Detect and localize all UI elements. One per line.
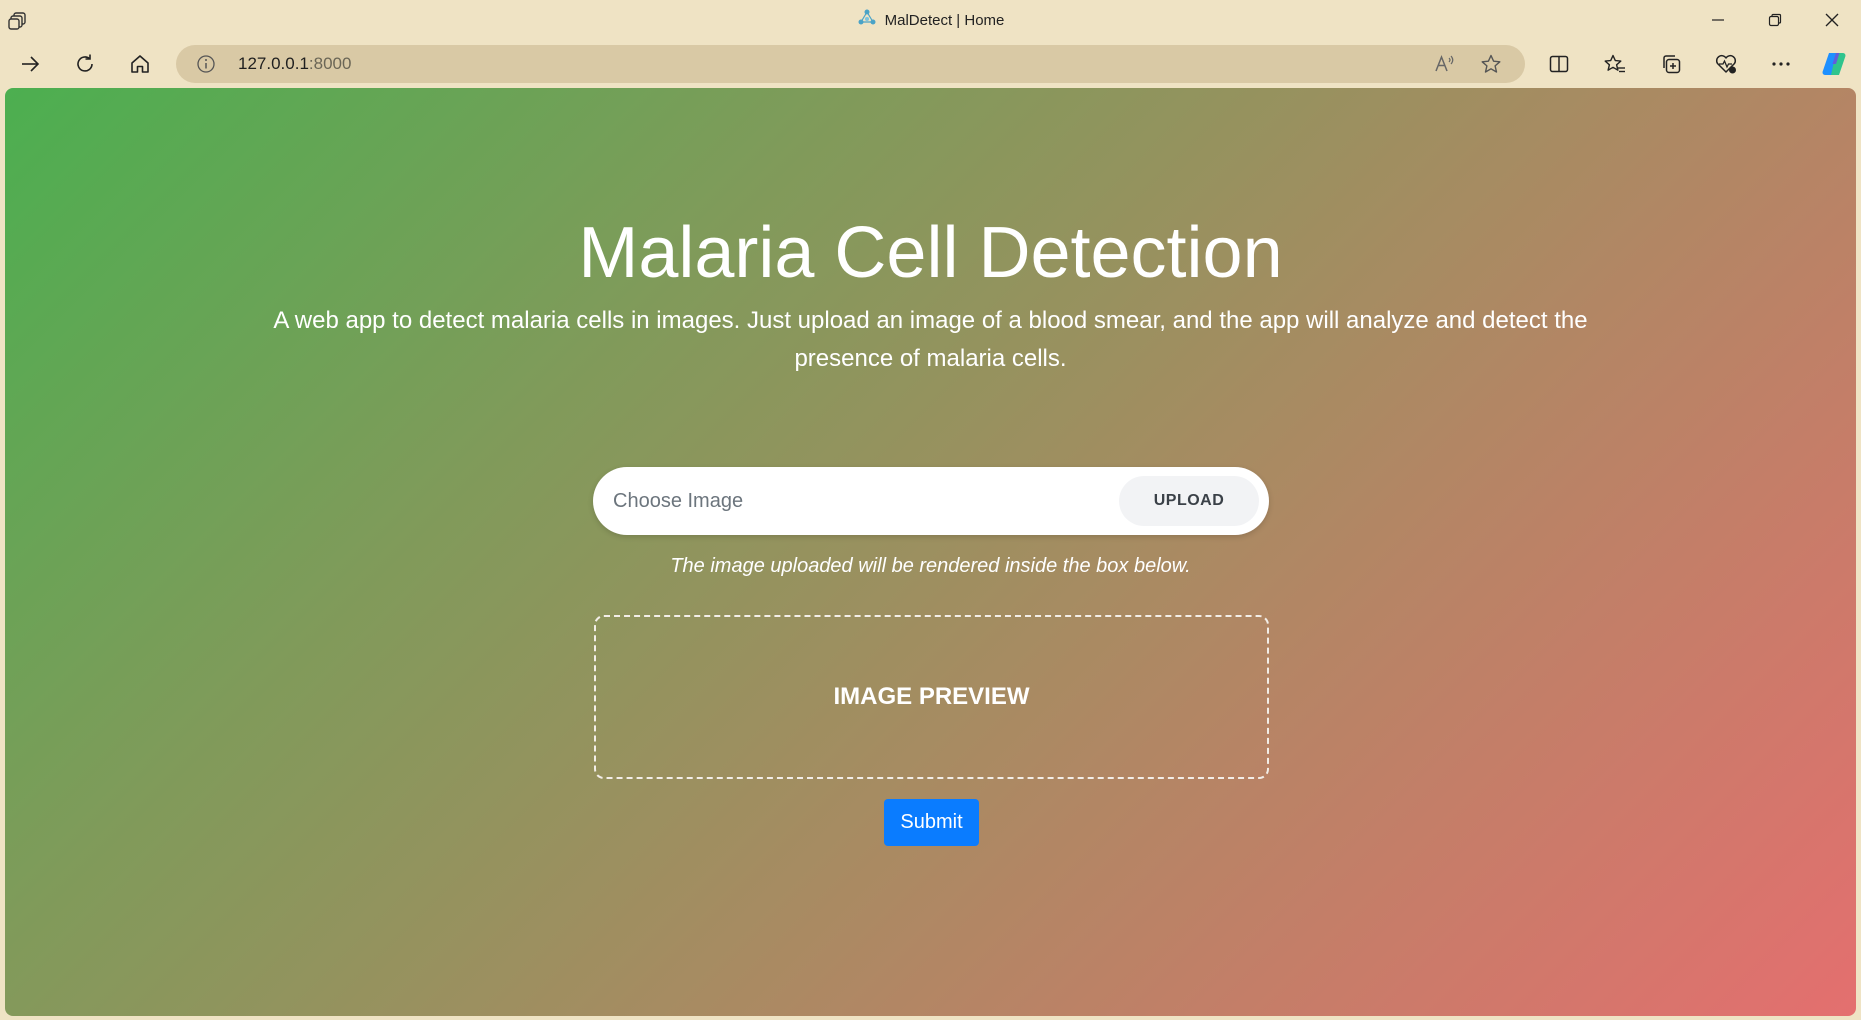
address-bar[interactable]: 127.0.0.1:8000 (176, 45, 1525, 83)
url-port: :8000 (308, 54, 352, 73)
collections-icon (1663, 55, 1681, 74)
window-title: MalDetect | Home (884, 11, 1005, 29)
app-logo-icon (857, 8, 877, 33)
more-button[interactable] (1763, 46, 1799, 82)
info-icon[interactable] (196, 54, 216, 74)
refresh-icon (77, 54, 93, 72)
minimize-button[interactable] (1689, 0, 1746, 40)
favorites-icon (1604, 54, 1625, 73)
favorites-button[interactable] (1597, 46, 1633, 82)
title-bar: MalDetect | Home (0, 0, 1861, 40)
forward-icon (22, 56, 40, 72)
restore-icon (1768, 13, 1781, 27)
page-title: Malaria Cell Detection (578, 213, 1283, 293)
collections-button[interactable] (1653, 46, 1689, 82)
upload-group: UPLOAD (593, 467, 1269, 535)
url-text[interactable]: 127.0.0.1:8000 (238, 45, 351, 83)
choose-image-input[interactable] (613, 467, 1013, 535)
image-preview-box: IMAGE PREVIEW (594, 615, 1269, 779)
home-button[interactable] (122, 46, 158, 82)
copilot-button[interactable] (1816, 46, 1852, 82)
read-aloud-icon[interactable] (1432, 52, 1456, 76)
split-screen-icon (1549, 55, 1569, 73)
home-icon (131, 55, 149, 73)
upload-button[interactable]: UPLOAD (1119, 476, 1259, 526)
page-description: A web app to detect malaria cells in ima… (273, 307, 1588, 372)
close-button[interactable] (1803, 0, 1860, 40)
browser-essentials-button[interactable] (1708, 46, 1744, 82)
upload-hint: The image uploaded will be rendered insi… (670, 555, 1191, 577)
copilot-icon (1822, 53, 1846, 75)
submit-button[interactable]: Submit (884, 799, 979, 846)
image-preview-label: IMAGE PREVIEW (833, 683, 1030, 710)
more-icon (1772, 62, 1790, 66)
restore-button[interactable] (1746, 0, 1803, 40)
url-host: 127.0.0.1 (238, 54, 309, 73)
browser-essentials-icon (1715, 54, 1737, 74)
close-icon (1825, 13, 1838, 27)
tab-actions-icon[interactable] (6, 9, 30, 33)
page-viewport: Malaria Cell Detection A web app to dete… (5, 88, 1856, 1016)
split-screen-button[interactable] (1541, 46, 1577, 82)
browser-toolbar: 127.0.0.1:8000 (0, 40, 1861, 88)
forward-button[interactable] (12, 46, 48, 82)
refresh-button[interactable] (67, 46, 103, 82)
minimize-icon (1711, 19, 1724, 21)
favorite-star-icon[interactable] (1479, 52, 1503, 76)
